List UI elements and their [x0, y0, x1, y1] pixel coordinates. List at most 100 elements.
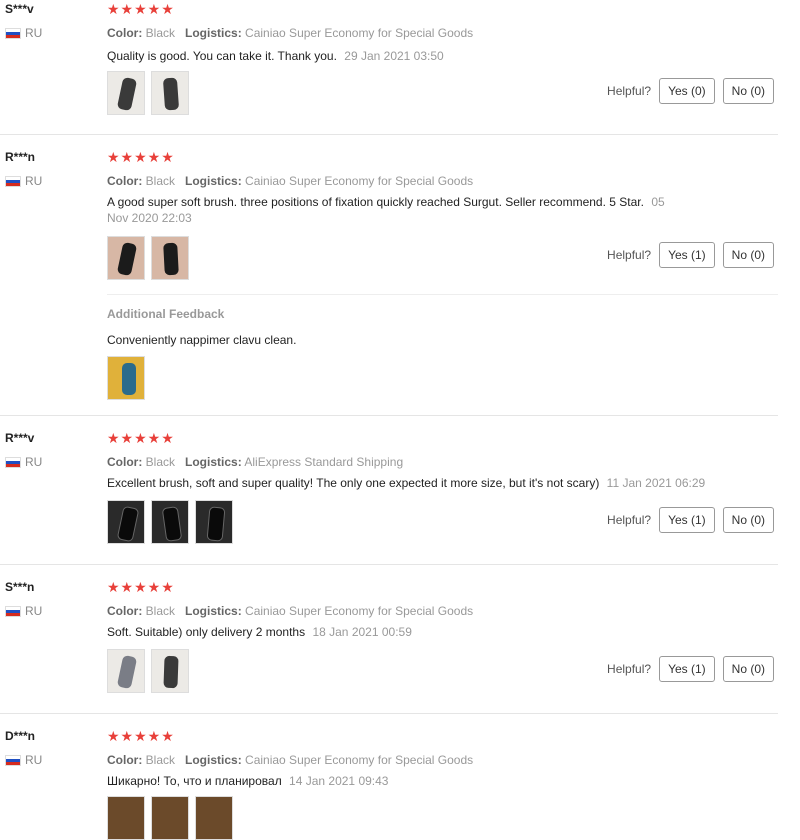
additional-feedback-title: Additional Feedback	[107, 307, 225, 321]
country-code: RU	[25, 174, 43, 188]
russia-flag-icon	[5, 27, 21, 39]
logistics-label: Logistics:	[185, 604, 242, 618]
logistics-value: AliExpress Standard Shipping	[244, 455, 404, 469]
helpful-no-button[interactable]: No (0)	[722, 656, 774, 682]
star-rating: ★★★★★	[107, 149, 175, 165]
review-photos	[107, 649, 189, 693]
review-body: Шикарно! То, что и планировал	[107, 774, 282, 788]
review-photos	[107, 796, 233, 840]
color-value: Black	[145, 455, 176, 469]
review-meta: Color: Black Logistics: Cainiao Super Eco…	[107, 26, 473, 40]
helpful-question: Helpful?	[607, 662, 652, 676]
helpful-no-button[interactable]: No (0)	[722, 507, 774, 533]
review-text: Excellent brush, soft and super quality!…	[107, 475, 727, 491]
review-photo[interactable]	[195, 796, 233, 840]
color-value: Black	[145, 604, 176, 618]
review-photos	[107, 236, 189, 280]
review-photo[interactable]	[107, 796, 145, 840]
color-value: Black	[145, 26, 176, 40]
review-photo[interactable]	[107, 649, 145, 693]
country-code: RU	[25, 604, 43, 618]
reviewer-country: RU	[5, 174, 42, 188]
review-photo[interactable]	[195, 500, 233, 544]
reviewer-country: RU	[5, 26, 42, 40]
logistics-value: Cainiao Super Economy for Special Goods	[245, 174, 474, 188]
review-body: Soft. Suitable) only delivery 2 months	[107, 625, 306, 639]
review-photo[interactable]	[151, 796, 189, 840]
russia-flag-icon	[5, 754, 21, 766]
divider	[0, 415, 778, 416]
review-photo[interactable]	[107, 71, 145, 115]
logistics-value: Cainiao Super Economy for Special Goods	[245, 753, 474, 767]
divider	[0, 134, 778, 135]
helpful-no-button[interactable]: No (0)	[722, 242, 774, 268]
logistics-value: Cainiao Super Economy for Special Goods	[245, 26, 474, 40]
color-label: Color:	[107, 455, 143, 469]
russia-flag-icon	[5, 175, 21, 187]
review-photo[interactable]	[151, 71, 189, 115]
color-value: Black	[145, 753, 176, 767]
review-photo[interactable]	[151, 236, 189, 280]
logistics-value: Cainiao Super Economy for Special Goods	[245, 604, 474, 618]
helpful-no-button[interactable]: No (0)	[722, 78, 774, 104]
review-text: Quality is good. You can take it. Thank …	[107, 48, 687, 64]
helpful-vote: Helpful? Yes (1) No (0)	[607, 507, 774, 533]
color-label: Color:	[107, 26, 143, 40]
review-text: A good super soft brush. three positions…	[107, 194, 687, 226]
reviewer-name: R***n	[5, 150, 36, 164]
star-rating: ★★★★★	[107, 579, 175, 595]
color-value: Black	[145, 174, 176, 188]
color-label: Color:	[107, 753, 143, 767]
star-rating: ★★★★★	[107, 1, 175, 17]
review-meta: Color: Black Logistics: Cainiao Super Eco…	[107, 174, 473, 188]
helpful-vote: Helpful? Yes (1) No (0)	[607, 656, 774, 682]
color-label: Color:	[107, 604, 143, 618]
reviewer-country: RU	[5, 455, 42, 469]
review-text: Soft. Suitable) only delivery 2 months 1…	[107, 624, 687, 640]
helpful-question: Helpful?	[607, 513, 652, 527]
star-rating: ★★★★★	[107, 430, 175, 446]
review-date: 11 Jan 2021 06:29	[606, 476, 706, 490]
logistics-label: Logistics:	[185, 174, 242, 188]
helpful-yes-button[interactable]: Yes (1)	[659, 656, 715, 682]
review-photo[interactable]	[151, 500, 189, 544]
logistics-label: Logistics:	[185, 455, 242, 469]
review-date: 14 Jan 2021 09:43	[289, 774, 389, 788]
helpful-yes-button[interactable]: Yes (0)	[659, 78, 715, 104]
country-code: RU	[25, 455, 43, 469]
divider	[0, 564, 778, 565]
reviewer-country: RU	[5, 604, 42, 618]
country-code: RU	[25, 26, 43, 40]
helpful-question: Helpful?	[607, 84, 652, 98]
russia-flag-icon	[5, 605, 21, 617]
reviewer-name: R***v	[5, 431, 35, 445]
reviewer-name: S***v	[5, 2, 34, 16]
russia-flag-icon	[5, 456, 21, 468]
review-photo[interactable]	[107, 236, 145, 280]
helpful-vote: Helpful? Yes (0) No (0)	[607, 78, 774, 104]
review-body: A good super soft brush. three positions…	[107, 195, 644, 209]
star-rating: ★★★★★	[107, 728, 175, 744]
helpful-vote: Helpful? Yes (1) No (0)	[607, 242, 774, 268]
additional-feedback-text: Conveniently nappimer clavu clean.	[107, 333, 297, 347]
review-photo[interactable]	[151, 649, 189, 693]
helpful-yes-button[interactable]: Yes (1)	[659, 507, 715, 533]
review-text: Шикарно! То, что и планировал 14 Jan 202…	[107, 773, 687, 789]
review-date: 18 Jan 2021 00:59	[312, 625, 412, 639]
review-body: Quality is good. You can take it. Thank …	[107, 49, 337, 63]
helpful-yes-button[interactable]: Yes (1)	[659, 242, 715, 268]
review-photos	[107, 71, 189, 115]
review-photo[interactable]	[107, 356, 145, 400]
color-label: Color:	[107, 174, 143, 188]
helpful-question: Helpful?	[607, 248, 652, 262]
review-meta: Color: Black Logistics: Cainiao Super Eco…	[107, 604, 473, 618]
country-code: RU	[25, 753, 43, 767]
divider	[107, 294, 778, 295]
reviewer-name: D***n	[5, 729, 36, 743]
reviewer-country: RU	[5, 753, 42, 767]
review-meta: Color: Black Logistics: Cainiao Super Eco…	[107, 753, 473, 767]
logistics-label: Logistics:	[185, 26, 242, 40]
review-photo[interactable]	[107, 500, 145, 544]
review-date: 29 Jan 2021 03:50	[344, 49, 444, 63]
review-photos	[107, 500, 233, 544]
